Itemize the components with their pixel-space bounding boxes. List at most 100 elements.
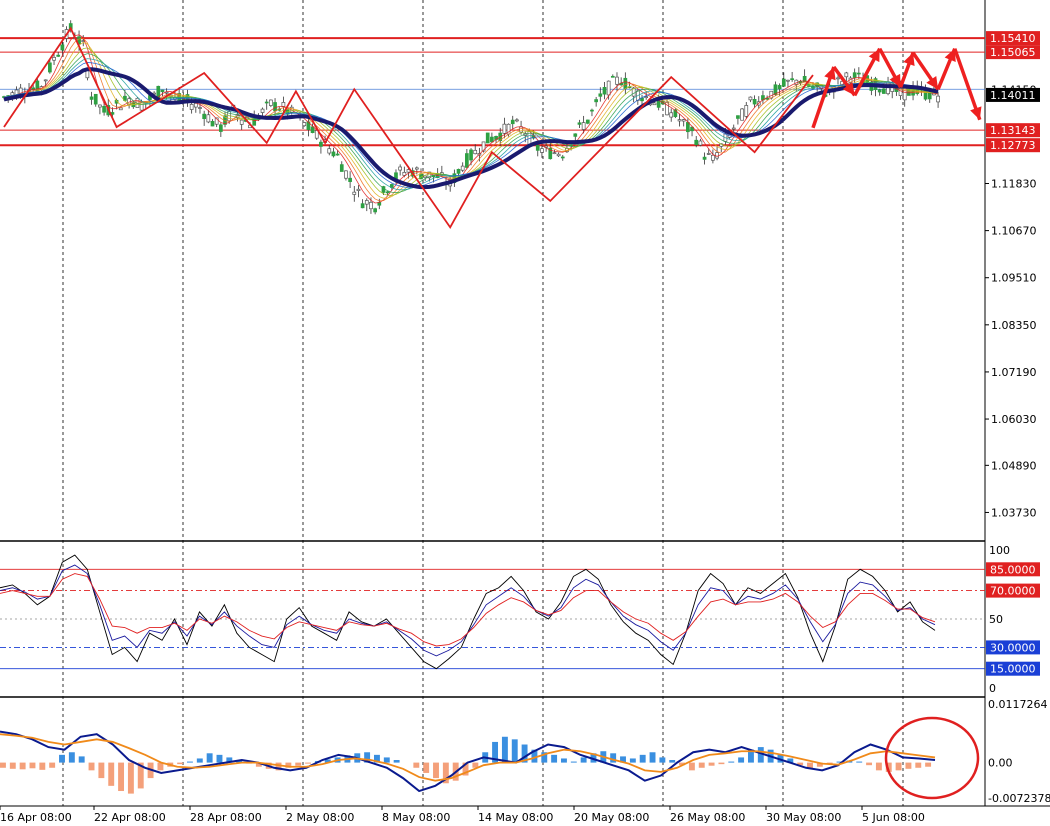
candle-body-169: [706, 153, 711, 155]
macd-bar-12: [118, 762, 125, 792]
macd-bar-71: [698, 762, 705, 768]
macd-bar-13: [127, 762, 134, 794]
candle-body-134: [560, 156, 565, 159]
candle-body-78: [327, 148, 332, 154]
candle-body-46: [193, 103, 198, 108]
macd-bar-65: [639, 754, 646, 763]
candle-body-47: [198, 107, 202, 109]
candle-body-23: [98, 104, 102, 108]
macd-bar-7: [68, 752, 75, 763]
macd-bar-58: [570, 761, 577, 763]
macd-tick-label-2: -0.0072378: [988, 792, 1050, 805]
macd-bar-66: [649, 752, 656, 763]
candle-body-154: [644, 96, 649, 98]
candle-body-170: [711, 154, 715, 161]
price-tick-label-5: 1.06030: [991, 413, 1037, 426]
candle-body-95: [398, 166, 402, 171]
macd-bar-59: [580, 757, 587, 763]
candle-body-202: [844, 72, 849, 78]
candle-body-132: [552, 152, 557, 155]
candle-body-110: [460, 165, 465, 171]
candle-body-111: [465, 153, 469, 168]
candle-body-85: [356, 188, 361, 191]
candle-body-64: [269, 99, 273, 106]
candle-body-14: [60, 44, 65, 51]
macd-bar-94: [925, 762, 932, 767]
candle-body-204: [852, 72, 857, 78]
macd-bar-91: [895, 762, 902, 771]
candle-body-123: [515, 119, 519, 122]
osc-level-label-2: 30.0000: [990, 641, 1036, 654]
candle-body-86: [360, 203, 365, 209]
trading-chart[interactable]: 1.11830 1.10670 1.09510 1.08350 1.07190 1.060…: [0, 0, 1050, 826]
date-label-5: 14 May 08:00: [478, 811, 553, 824]
candle-body-83: [348, 177, 352, 182]
osc-tick-label-2: 0: [989, 682, 996, 695]
candle-body-156: [652, 102, 657, 106]
candle-body-21: [89, 96, 94, 100]
macd-bar-30: [295, 762, 302, 766]
macd-bar-39: [383, 757, 390, 763]
candle-body-168: [702, 156, 707, 160]
candle-body-72: [302, 122, 307, 127]
candle-body-57: [239, 119, 244, 125]
macd-bar-72: [708, 762, 715, 766]
candle-body-141: [590, 109, 594, 112]
candle-body-22: [93, 93, 98, 105]
macd-bar-75: [738, 757, 745, 763]
candle-body-146: [610, 75, 615, 78]
date-label-8: 30 May 08:00: [766, 811, 841, 824]
macd-bar-31: [305, 762, 312, 764]
macd-bar-42: [413, 762, 420, 768]
macd-bar-68: [669, 760, 676, 763]
osc-tick-label-1: 50: [989, 613, 1003, 626]
date-label-1: 22 Apr 08:00: [94, 811, 166, 824]
candle-body-147: [615, 76, 619, 85]
macd-bar-2: [19, 762, 26, 770]
level-badges: 1.154101.150651.141501.131431.127731.140…: [986, 31, 1040, 153]
date-label-7: 26 May 08:00: [670, 811, 745, 824]
candle-body-142: [594, 99, 598, 103]
macd-bar-87: [856, 761, 863, 763]
candle-body-200: [836, 77, 840, 80]
candle-body-45: [189, 103, 194, 110]
candle-body-112: [469, 149, 473, 161]
candle-body-180: [752, 99, 757, 105]
candle-body-38: [160, 89, 165, 93]
candle-body-163: [681, 119, 686, 122]
date-label-6: 20 May 08:00: [574, 811, 649, 824]
date-label-3: 2 May 08:00: [286, 811, 354, 824]
candle-body-92: [385, 191, 390, 194]
macd-bar-57: [561, 758, 567, 763]
macd-axis: 0.0117264 0.00 -0.0072378: [988, 698, 1050, 805]
candle-body-144: [602, 86, 607, 95]
macd-bar-22: [216, 754, 223, 763]
candle-body-211: [882, 88, 886, 94]
candle-body-133: [556, 153, 561, 157]
candle-body-129: [540, 148, 544, 153]
macd-bar-92: [905, 762, 912, 769]
macd-bar-44: [433, 762, 439, 779]
price-tick-label-1: 1.10670: [991, 225, 1037, 238]
candle-body-11: [48, 62, 52, 73]
macd-bar-11: [108, 762, 115, 786]
candle-body-79: [331, 151, 336, 157]
candle-body-222: [927, 92, 932, 100]
current-price-label: 1.14011: [990, 89, 1036, 102]
price-panel[interactable]: [0, 0, 985, 540]
candle-body-28: [118, 107, 123, 111]
candle-body-186: [777, 85, 782, 90]
macd-bar-52: [511, 739, 518, 763]
candle-body-74: [310, 126, 315, 133]
price-tick-label-3: 1.08350: [991, 319, 1037, 332]
date-label-2: 28 Apr 08:00: [190, 811, 262, 824]
macd-tick-label-1: 0.00: [988, 757, 1013, 770]
date-label-4: 8 May 08:00: [382, 811, 450, 824]
macd-bar-89: [875, 762, 882, 771]
candle-body-113: [473, 149, 478, 155]
candle-body-145: [606, 80, 611, 96]
candle-body-87: [364, 200, 369, 205]
macd-bar-74: [728, 761, 735, 763]
candle-body-205: [856, 72, 861, 75]
level-badge-label-0: 1.15410: [990, 32, 1036, 45]
